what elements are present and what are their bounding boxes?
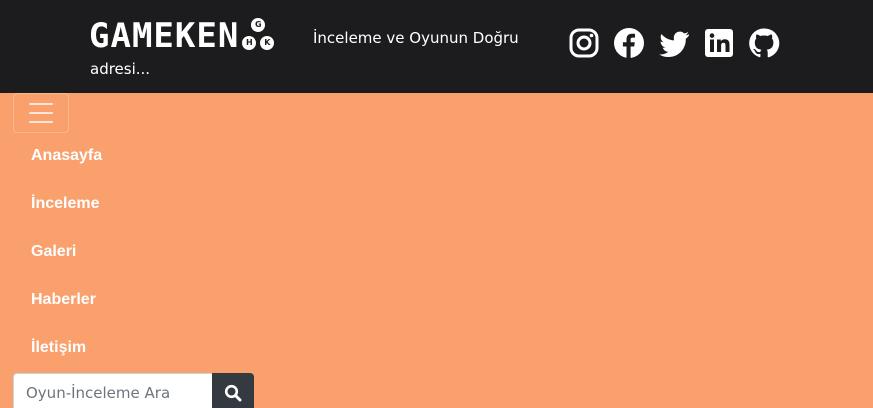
navbar-toggle-button[interactable] <box>13 93 69 133</box>
nav-item-galeri[interactable]: Galeri <box>31 242 76 262</box>
site-header: GAMEKEN G H K İnceleme ve Oyunun Doğru a… <box>0 0 873 93</box>
hamburger-icon-bar <box>29 112 53 114</box>
search-input[interactable] <box>13 373 213 408</box>
github-icon[interactable] <box>748 26 780 60</box>
search-icon <box>224 384 242 402</box>
site-logo[interactable]: GAMEKEN G H K <box>89 16 275 56</box>
hamburger-icon-bar <box>29 103 53 105</box>
tagline-line-2: adresi... <box>90 60 151 78</box>
search-button[interactable] <box>212 373 254 408</box>
hamburger-icon-bar <box>29 121 53 123</box>
nav-item-inceleme[interactable]: İnceleme <box>31 194 99 214</box>
logo-badge-group: G H K <box>241 16 275 52</box>
logo-badge-h: H <box>242 36 257 50</box>
logo-badge-g: G <box>251 18 266 32</box>
facebook-icon[interactable] <box>613 26 645 60</box>
logo-text: GAMEKEN <box>89 16 240 56</box>
tagline-line-1: İnceleme ve Oyunun Doğru <box>313 29 519 47</box>
nav-item-iletisim[interactable]: İletişim <box>31 338 86 358</box>
twitter-icon[interactable] <box>658 26 690 60</box>
nav-item-anasayfa[interactable]: Anasayfa <box>31 146 102 166</box>
instagram-icon[interactable] <box>568 26 600 60</box>
linkedin-icon[interactable] <box>703 26 735 60</box>
logo-badge-k: K <box>260 36 275 50</box>
nav-item-haberler[interactable]: Haberler <box>31 290 96 310</box>
social-links <box>568 26 780 60</box>
